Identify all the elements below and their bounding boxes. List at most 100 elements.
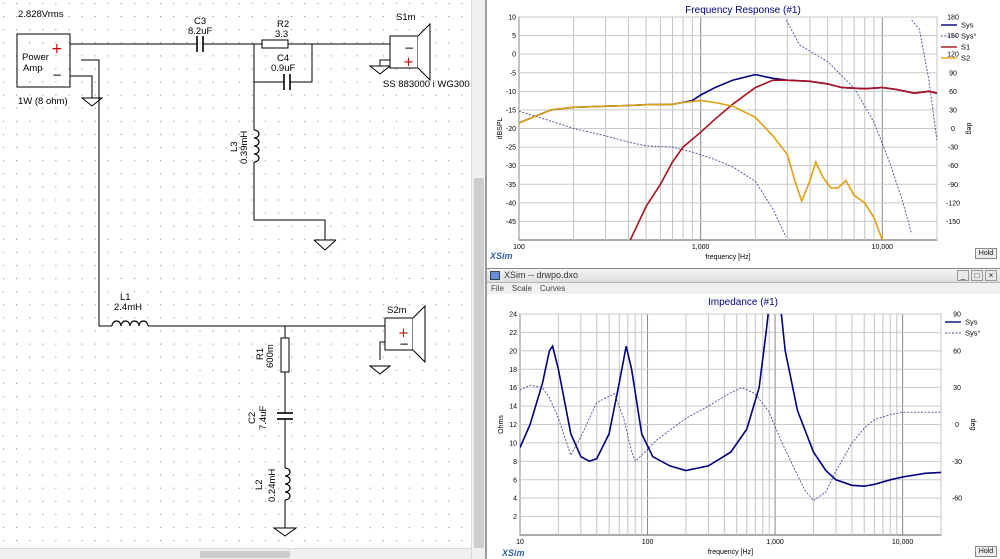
window-title: XSim -- drwpo.dxo [504,270,579,280]
app-icon [490,271,500,280]
l2-name: L2 [254,479,265,490]
c4-value: 0.9uF [271,63,295,74]
impedance-titlebar[interactable]: XSim -- drwpo.dxo _ □ × [487,269,1000,283]
fr-brand-logo: XSim [489,251,513,261]
x-tick-label: 100 [642,539,654,546]
l2-value: 0.24mH [267,469,278,502]
schematic-horizontal-scrollbar[interactable] [0,548,471,559]
y2-tick-label: 60 [949,89,957,96]
y-tick-label: 2 [513,514,517,521]
y2-tick-label: 30 [953,385,961,392]
x-axis-label: frequency [Hz] [705,254,750,261]
schematic-canvas[interactable]: 2.828Vrms Power Amp + − 1W (8 ohm) C3 8.… [0,0,485,559]
y-tick-label: -20 [506,126,516,133]
y2-tick-label: 90 [953,312,961,319]
c2-name: C2 [247,412,258,424]
y2-tick-label: 150 [947,33,959,40]
imp-title: Impedance (#1) [708,297,778,308]
y2-tick-label: 0 [951,126,955,133]
amp-minus-icon: − [52,68,62,82]
amp-rating-label: 1W (8 ohm) [18,96,68,107]
y-tick-label: 18 [509,367,517,374]
legend-entry: Sys [965,318,978,327]
schematic-vertical-scrollbar[interactable] [471,0,485,559]
y2-tick-label: -90 [948,182,958,189]
c2-value: 7.4uF [258,406,269,430]
close-button[interactable]: × [985,270,997,281]
y-tick-label: 22 [509,330,517,337]
impedance-chart: Impedance (#1) XSim 24222018161412108642… [498,297,981,558]
y2-tick-label: -120 [946,200,960,207]
y-tick-label: 10 [509,440,517,447]
maximize-button[interactable]: □ [971,270,983,281]
y-tick-label: 4 [513,496,517,503]
r1-value: 600m [265,344,276,368]
menu-curves[interactable]: Curves [540,283,565,294]
amp-plus-icon: + [51,41,63,57]
y2-axis-label: deg [965,123,972,135]
y-axis-label: dBSPL [497,117,504,139]
y-tick-label: -5 [510,70,516,77]
imp-hold-button[interactable]: Hold [975,546,997,557]
y-tick-label: 5 [512,33,516,40]
legend-entry: S1 [961,43,970,52]
y-tick-label: 16 [509,385,517,392]
imp-brand-logo: XSim [501,548,525,558]
y2-tick-label: 180 [947,15,959,22]
y2-tick-label: -60 [952,496,962,503]
y-tick-label: -15 [506,107,516,114]
y2-tick-label: -150 [946,219,960,226]
menu-scale[interactable]: Scale [512,283,532,294]
x-tick-label: 100 [513,244,525,251]
amp-label-line2: Amp [23,63,43,74]
y2-tick-label: 0 [955,422,959,429]
legend-entry: Sys° [961,32,977,41]
s1m-minus-icon: − [404,41,414,55]
y-tick-label: -35 [506,182,516,189]
legend-entry: Sys [961,21,974,30]
scrollbar-thumb[interactable] [200,551,290,558]
frequency-response-window[interactable]: Frequency Response (#1) XSim 10 5 0 -5 -10 -1… [487,0,1000,262]
y-tick-label: -10 [506,89,516,96]
y2-tick-label: -30 [952,459,962,466]
menu-file[interactable]: File [491,283,504,294]
amp-label-line1: Power [22,52,49,63]
y-tick-label: 14 [509,404,517,411]
s2m-name: S2m [387,305,407,316]
legend-entry: S2 [961,54,970,63]
x-tick-label: 1,000 [766,539,784,546]
x-tick-label: 10,000 [892,539,914,546]
y-tick-label: 20 [509,348,517,355]
s1m-name: S1m [396,12,416,23]
y-tick-label: 6 [513,477,517,484]
scrollbar-thumb[interactable] [474,178,484,548]
menu-bar: File Scale Curves [487,283,1000,294]
y-tick-label: -25 [506,145,516,152]
fr-title: Frequency Response (#1) [685,5,801,16]
y-tick-label: 24 [509,312,517,319]
y2-tick-label: -30 [948,145,958,152]
x-tick-label: 1,000 [692,244,710,251]
y2-tick-label: 30 [949,107,957,114]
y-axis-label: Ohms [498,415,505,434]
y-tick-label: 12 [509,422,517,429]
y2-tick-label: 60 [953,348,961,355]
legend-entry: Sys° [965,329,981,338]
s1m-model: SS 883000 i WG300 [383,79,470,90]
y-tick-label: -40 [506,200,516,207]
y-tick-label: 0 [512,52,516,59]
y-tick-label: -30 [506,163,516,170]
y2-axis-label: deg [969,419,976,431]
x-tick-label: 10 [516,539,524,546]
source-voltage-label: 2.828Vrms [18,9,64,20]
y-tick-label: -45 [506,219,516,226]
fr-hold-button[interactable]: Hold [975,248,997,259]
l1-value: 2.4mH [114,302,142,313]
impedance-window[interactable]: XSim -- drwpo.dxo _ □ × File Scale Curve… [487,268,1000,559]
y2-tick-label: -60 [948,163,958,170]
schematic-drawing[interactable]: 2.828Vrms Power Amp + − 1W (8 ohm) C3 8.… [0,0,471,548]
frequency-response-chart: Frequency Response (#1) XSim 10 5 0 -5 -10 -1… [489,5,977,261]
minimize-button[interactable]: _ [957,270,969,281]
y2-tick-label: 90 [949,70,957,77]
r2-value: 3.3 [275,29,288,40]
